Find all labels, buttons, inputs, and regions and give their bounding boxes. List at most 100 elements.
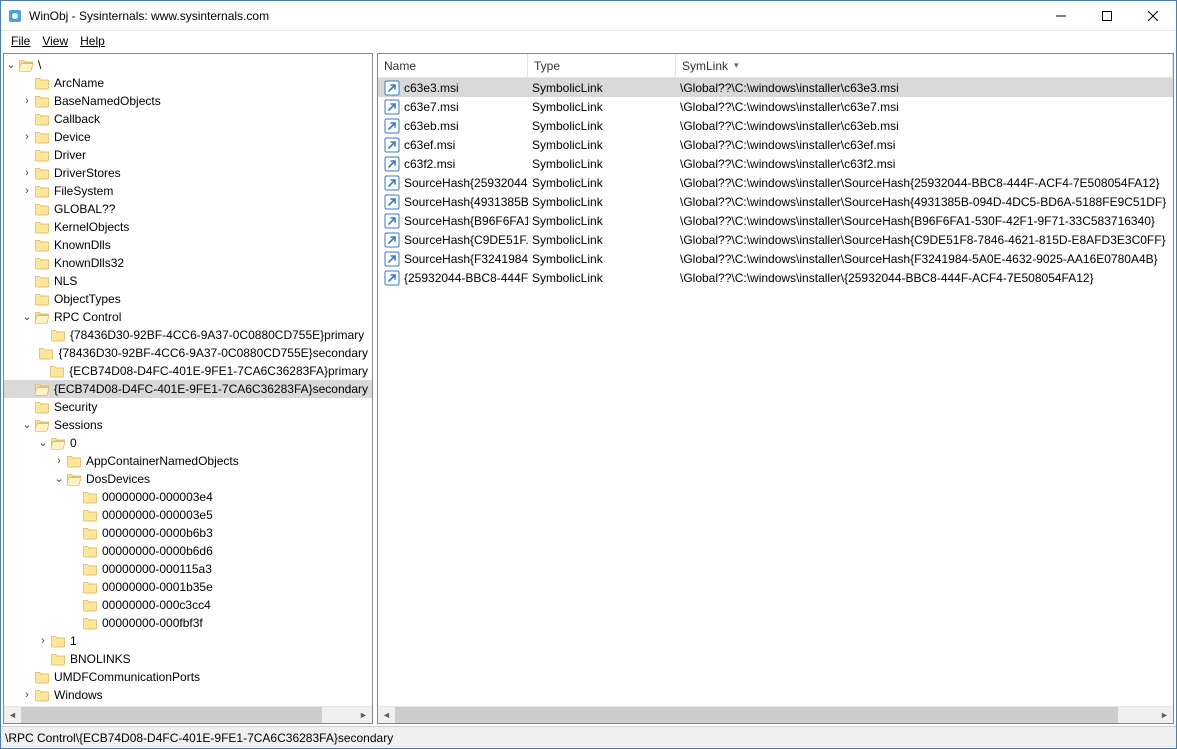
tree-item[interactable]: BNOLINKS: [4, 650, 372, 668]
folder-open-icon: [34, 417, 50, 433]
tree-item[interactable]: Security: [4, 398, 372, 416]
expand-icon[interactable]: [20, 164, 34, 182]
tree-item[interactable]: Driver: [4, 146, 372, 164]
tree-item[interactable]: 00000000-000fbf3f: [4, 614, 372, 632]
list-row[interactable]: SourceHash{25932044...SymbolicLink\Globa…: [378, 173, 1173, 192]
tree-item[interactable]: 1: [4, 632, 372, 650]
scroll-right-icon[interactable]: ►: [1156, 710, 1173, 720]
folder-icon: [34, 399, 50, 415]
tree-item[interactable]: {78436D30-92BF-4CC6-9A37-0C0880CD755E}pr…: [4, 326, 372, 344]
item-symlink: \Global??\C:\windows\installer\c63e3.msi: [676, 81, 1173, 95]
tree-item[interactable]: Device: [4, 128, 372, 146]
folder-icon: [34, 129, 50, 145]
item-type: SymbolicLink: [528, 119, 676, 133]
tree-item-selected[interactable]: {ECB74D08-D4FC-401E-9FE1-7CA6C36283FA}se…: [4, 380, 372, 398]
menu-view[interactable]: View: [36, 33, 74, 49]
tree-item[interactable]: DriverStores: [4, 164, 372, 182]
tree-item[interactable]: BaseNamedObjects: [4, 92, 372, 110]
item-name: SourceHash{C9DE51F...: [404, 233, 528, 247]
expand-icon[interactable]: [4, 56, 18, 74]
folder-open-icon: [66, 471, 82, 487]
tree-item[interactable]: UMDFCommunicationPorts: [4, 668, 372, 686]
tree-item[interactable]: Windows: [4, 686, 372, 704]
folder-icon: [50, 633, 66, 649]
object-tree[interactable]: \ ArcName BaseNamedObjects Callback Devi…: [4, 54, 372, 706]
list-row[interactable]: c63e7.msiSymbolicLink\Global??\C:\window…: [378, 97, 1173, 116]
tree-root[interactable]: \: [4, 56, 372, 74]
tree-item[interactable]: 00000000-0000b6d6: [4, 542, 372, 560]
list-row[interactable]: c63e3.msiSymbolicLink\Global??\C:\window…: [378, 78, 1173, 97]
list-row[interactable]: c63eb.msiSymbolicLink\Global??\C:\window…: [378, 116, 1173, 135]
column-header-type[interactable]: Type: [528, 54, 676, 77]
list-body[interactable]: c63e3.msiSymbolicLink\Global??\C:\window…: [378, 78, 1173, 706]
tree-item-rpc[interactable]: RPC Control: [4, 308, 372, 326]
tree-item[interactable]: KnownDlls: [4, 236, 372, 254]
item-symlink: \Global??\C:\windows\installer\c63f2.msi: [676, 157, 1173, 171]
tree-item[interactable]: KernelObjects: [4, 218, 372, 236]
tree-item[interactable]: {ECB74D08-D4FC-401E-9FE1-7CA6C36283FA}pr…: [4, 362, 372, 380]
menu-file[interactable]: File: [5, 33, 36, 49]
list-row[interactable]: SourceHash{4931385B...SymbolicLink\Globa…: [378, 192, 1173, 211]
expand-icon[interactable]: [20, 92, 34, 110]
tree-item[interactable]: AppContainerNamedObjects: [4, 452, 372, 470]
shortcut-icon: [384, 137, 400, 153]
tree-item[interactable]: DosDevices: [4, 470, 372, 488]
item-name: SourceHash{4931385B...: [404, 195, 528, 209]
tree-item[interactable]: 00000000-000003e5: [4, 506, 372, 524]
expand-icon[interactable]: [52, 452, 66, 470]
tree-item[interactable]: 00000000-000003e4: [4, 488, 372, 506]
expand-icon[interactable]: [36, 632, 50, 650]
folder-icon: [82, 489, 98, 505]
expand-icon[interactable]: [20, 308, 34, 326]
menu-help[interactable]: Help: [74, 33, 111, 49]
tree-item[interactable]: 0: [4, 434, 372, 452]
item-symlink: \Global??\C:\windows\installer\SourceHas…: [676, 176, 1173, 190]
minimize-button[interactable]: [1038, 1, 1084, 31]
tree-item[interactable]: 00000000-000115a3: [4, 560, 372, 578]
tree-item-sessions[interactable]: Sessions: [4, 416, 372, 434]
column-header-name[interactable]: Name: [378, 54, 528, 77]
list-row[interactable]: c63ef.msiSymbolicLink\Global??\C:\window…: [378, 135, 1173, 154]
close-button[interactable]: [1130, 1, 1176, 31]
list-row[interactable]: {25932044-BBC8-444F...SymbolicLink\Globa…: [378, 268, 1173, 287]
tree-item[interactable]: NLS: [4, 272, 372, 290]
folder-open-icon: [18, 57, 34, 73]
folder-icon: [34, 255, 50, 271]
app-icon: [7, 8, 23, 24]
scroll-left-icon[interactable]: ◄: [4, 710, 21, 720]
shortcut-icon: [384, 156, 400, 172]
item-type: SymbolicLink: [528, 233, 676, 247]
tree-item[interactable]: {78436D30-92BF-4CC6-9A37-0C0880CD755E}se…: [4, 344, 372, 362]
list-row[interactable]: SourceHash{C9DE51F...SymbolicLink\Global…: [378, 230, 1173, 249]
tree-item[interactable]: ObjectTypes: [4, 290, 372, 308]
list-horizontal-scrollbar[interactable]: ◄ ►: [378, 706, 1173, 723]
expand-icon[interactable]: [52, 470, 66, 488]
tree-item[interactable]: FileSystem: [4, 182, 372, 200]
tree-horizontal-scrollbar[interactable]: ◄ ►: [4, 706, 372, 723]
tree-item[interactable]: ArcName: [4, 74, 372, 92]
item-type: SymbolicLink: [528, 176, 676, 190]
tree-item[interactable]: 00000000-0000b6b3: [4, 524, 372, 542]
list-row[interactable]: c63f2.msiSymbolicLink\Global??\C:\window…: [378, 154, 1173, 173]
tree-item[interactable]: Callback: [4, 110, 372, 128]
tree-item[interactable]: GLOBAL??: [4, 200, 372, 218]
scroll-right-icon[interactable]: ►: [355, 710, 372, 720]
list-row[interactable]: SourceHash{B96F6FA1...SymbolicLink\Globa…: [378, 211, 1173, 230]
expand-icon[interactable]: [20, 182, 34, 200]
maximize-button[interactable]: [1084, 1, 1130, 31]
tree-item[interactable]: KnownDlls32: [4, 254, 372, 272]
folder-icon: [82, 615, 98, 631]
expand-icon[interactable]: [20, 128, 34, 146]
tree-item[interactable]: 00000000-000c3cc4: [4, 596, 372, 614]
folder-icon: [34, 147, 50, 163]
list-row[interactable]: SourceHash{F3241984...SymbolicLink\Globa…: [378, 249, 1173, 268]
folder-icon: [50, 327, 66, 343]
scroll-left-icon[interactable]: ◄: [378, 710, 395, 720]
expand-icon[interactable]: [20, 686, 34, 704]
expand-icon[interactable]: [36, 434, 50, 452]
item-name: SourceHash{F3241984...: [404, 252, 528, 266]
column-header-symlink[interactable]: SymLink▾: [676, 54, 1173, 77]
tree-item[interactable]: 00000000-0001b35e: [4, 578, 372, 596]
item-type: SymbolicLink: [528, 195, 676, 209]
expand-icon[interactable]: [20, 416, 34, 434]
